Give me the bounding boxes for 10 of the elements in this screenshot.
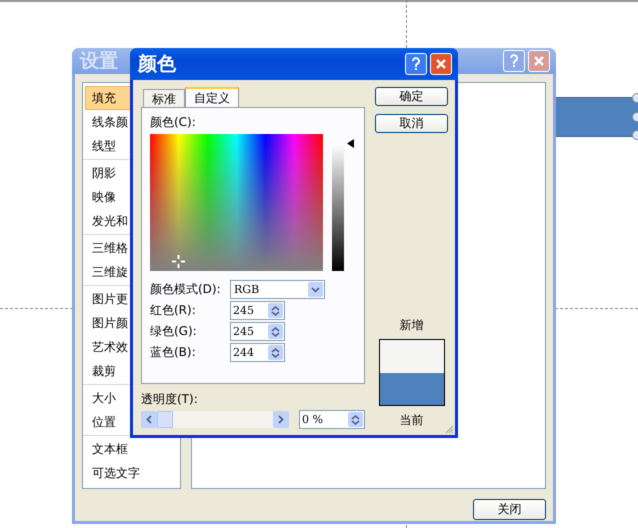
dialog-title: 颜色 (138, 52, 176, 77)
field-label: 透明度(T): (141, 391, 199, 408)
field-label: 红色(R): (150, 302, 197, 319)
field-label: 绿色(G): (150, 323, 198, 340)
current-color-label: 当前 (400, 412, 424, 429)
colors-label: 颜色(C): (150, 114, 197, 131)
dialog-title: 设置 (80, 49, 118, 74)
field-label: 颜色模式(D): (150, 281, 222, 298)
new-color-label: 新增 (400, 317, 424, 334)
field-label: 蓝色(B): (150, 344, 197, 361)
